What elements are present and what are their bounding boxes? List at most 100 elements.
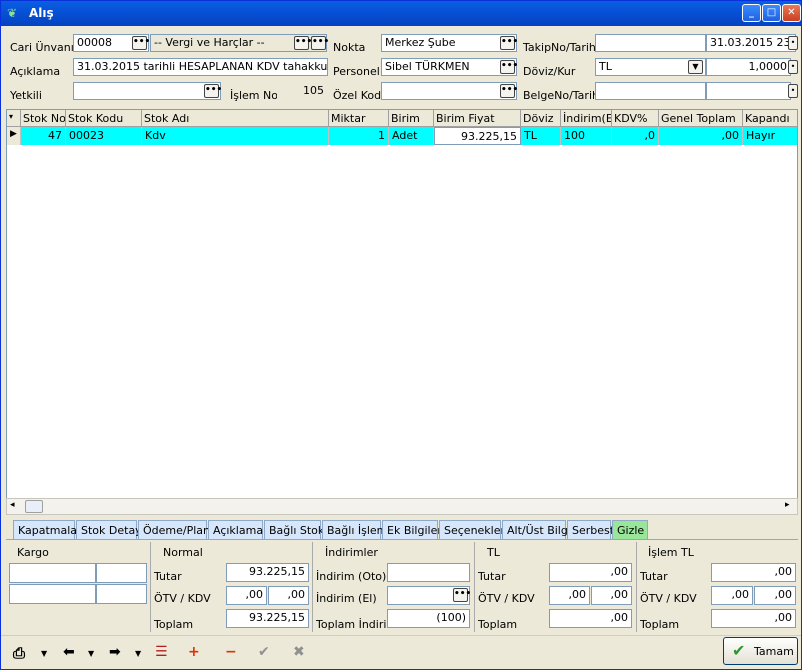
- col-header[interactable]: Miktar: [329, 110, 389, 127]
- scroll-left-icon[interactable]: ◂: [10, 500, 15, 510]
- check-icon: ✔: [732, 641, 746, 660]
- close-button[interactable]: ✕: [782, 4, 801, 22]
- minimize-button[interactable]: _: [742, 4, 761, 22]
- arrow-right-icon[interactable]: ➡: [109, 644, 121, 660]
- cell-birim[interactable]: Adet: [389, 127, 434, 145]
- scroll-right-icon[interactable]: ▸: [785, 500, 790, 510]
- cell-indirim[interactable]: 100: [561, 127, 612, 145]
- tl-otv-field[interactable]: ,00: [549, 586, 590, 605]
- tab-bagli-islem[interactable]: Bağlı İşlem: [322, 520, 387, 539]
- toplam-indirim-field[interactable]: (100): [387, 609, 470, 628]
- islem-tl-kdv-field[interactable]: ,00: [754, 586, 796, 605]
- window-title: Alış: [29, 6, 54, 20]
- cell-stok-no[interactable]: 47: [21, 127, 66, 145]
- doviz-kur-label: Döviz/Kur: [523, 65, 576, 78]
- cari-more-button[interactable]: •••: [311, 36, 329, 50]
- islem-tl-toplam-field[interactable]: ,00: [711, 609, 796, 628]
- horizontal-scrollbar[interactable]: ◂ ▸: [6, 498, 798, 515]
- belge-tarih-more-button[interactable]: •: [788, 84, 798, 98]
- kargo-field-4[interactable]: [96, 584, 147, 604]
- kur-field[interactable]: 1,0000: [706, 58, 791, 76]
- yetkili-field[interactable]: [73, 82, 221, 100]
- normal-title: Normal: [163, 546, 203, 559]
- normal-kdv-field[interactable]: ,00: [268, 586, 309, 605]
- col-header[interactable]: Stok Kodu: [66, 110, 142, 127]
- cell-miktar[interactable]: 1: [329, 127, 389, 145]
- printer-icon[interactable]: ⎙: [13, 644, 25, 662]
- scroll-thumb[interactable]: [25, 500, 43, 513]
- tab-secenekler[interactable]: Seçenekler: [439, 520, 505, 539]
- col-header[interactable]: KDV%: [612, 110, 659, 127]
- tab-gizle[interactable]: Gizle: [612, 520, 648, 539]
- col-header[interactable]: Birim: [389, 110, 434, 127]
- tab-kapatmalar[interactable]: Kapatmalar: [13, 520, 82, 539]
- maximize-button[interactable]: □: [762, 4, 781, 22]
- tarih-more-button[interactable]: •: [788, 36, 798, 50]
- col-header[interactable]: Genel Toplam: [659, 110, 743, 127]
- col-header[interactable]: Döviz: [521, 110, 561, 127]
- kur-more-button[interactable]: •: [788, 60, 798, 74]
- belge-tarih-field[interactable]: [706, 82, 791, 100]
- arrow-left-icon[interactable]: ⬅: [63, 644, 75, 660]
- plus-icon[interactable]: +: [188, 644, 200, 660]
- personel-lookup-button[interactable]: •••: [500, 60, 518, 74]
- cell-doviz[interactable]: TL: [521, 127, 561, 145]
- normal-otv-field[interactable]: ,00: [226, 586, 267, 605]
- indirim-oto-field[interactable]: [387, 563, 470, 582]
- prev-dropdown-icon[interactable]: ▼: [88, 649, 94, 658]
- col-header[interactable]: Kapandı: [743, 110, 797, 127]
- kargo-field-1[interactable]: [9, 563, 96, 583]
- x-icon[interactable]: ✖: [293, 644, 305, 660]
- tab-ek-bilgiler[interactable]: Ek Bilgiler: [382, 520, 442, 539]
- takip-tarih-field[interactable]: 31.03.2015 23:5: [706, 34, 796, 52]
- tab-stok-detay[interactable]: Stok Detay: [76, 520, 142, 539]
- normal-tutar-field[interactable]: 93.225,15: [226, 563, 309, 582]
- col-header[interactable]: Stok Adı: [142, 110, 329, 127]
- kargo-field-3[interactable]: [9, 584, 96, 604]
- cell-kapandi[interactable]: Hayır: [743, 127, 797, 145]
- tl-kdv-field[interactable]: ,00: [591, 586, 632, 605]
- tab-serbest[interactable]: Serbest: [567, 520, 614, 539]
- islem-tl-otv-field[interactable]: ,00: [711, 586, 753, 605]
- tl-tutar-field[interactable]: ,00: [549, 563, 632, 582]
- cari-label: Cari Ünvanı: [10, 41, 74, 54]
- indirim-el-lookup-button[interactable]: •••: [453, 588, 471, 602]
- tl-toplam-field[interactable]: ,00: [549, 609, 632, 628]
- cell-stok-kodu[interactable]: 00023: [66, 127, 142, 145]
- cari-code-lookup-button[interactable]: •••: [132, 36, 150, 50]
- takip-no-field[interactable]: [595, 34, 706, 52]
- cell-genel-toplam[interactable]: ,00: [659, 127, 743, 145]
- nokta-lookup-button[interactable]: •••: [500, 36, 518, 50]
- belge-no-field[interactable]: [595, 82, 706, 100]
- tab-alt-ust-bilgi[interactable]: Alt/Üst Bilgi: [502, 520, 571, 539]
- print-dropdown-icon[interactable]: ▼: [41, 649, 47, 658]
- col-header[interactable]: Stok No: [21, 110, 66, 127]
- personel-field[interactable]: Sibel TÜRKMEN: [381, 58, 517, 76]
- ozel-kod-field[interactable]: [381, 82, 517, 100]
- cari-name-lookup-button[interactable]: •••: [294, 36, 312, 50]
- cell-birim-fiyat[interactable]: 93.225,15: [434, 127, 521, 145]
- items-grid[interactable]: ▾ Stok No Stok Kodu Stok Adı Miktar Biri…: [6, 109, 798, 515]
- check-icon[interactable]: ✔: [258, 644, 270, 660]
- ozel-kod-lookup-button[interactable]: •••: [500, 84, 518, 98]
- tab-odeme-plan[interactable]: Ödeme/Plan: [138, 520, 210, 539]
- normal-tutar-label: Tutar: [154, 570, 182, 583]
- tab-aciklama[interactable]: Açıklama: [208, 520, 263, 539]
- ok-button[interactable]: ✔ Tamam: [723, 637, 798, 665]
- col-header[interactable]: Birim Fiyat: [434, 110, 521, 127]
- next-dropdown-icon[interactable]: ▼: [135, 649, 141, 658]
- nokta-field[interactable]: Merkez Şube: [381, 34, 517, 52]
- cell-stok-adi[interactable]: Kdv: [142, 127, 329, 145]
- aciklama-field[interactable]: 31.03.2015 tarihli HESAPLANAN KDV tahakk…: [73, 58, 328, 76]
- col-header[interactable]: İndirim(El): [561, 110, 612, 127]
- islem-tl-tutar-field[interactable]: ,00: [711, 563, 796, 582]
- kargo-field-2[interactable]: [96, 563, 147, 583]
- yetkili-lookup-button[interactable]: •••: [204, 84, 222, 98]
- grid-menu-icon[interactable]: ▾: [7, 110, 21, 127]
- tab-bagli-stok[interactable]: Bağlı Stok: [264, 520, 324, 539]
- chevron-down-icon[interactable]: ▼: [688, 60, 703, 74]
- normal-toplam-field[interactable]: 93.225,15: [226, 609, 309, 628]
- cell-kdv[interactable]: ,0: [612, 127, 659, 145]
- minus-icon[interactable]: −: [225, 644, 237, 660]
- list-icon[interactable]: ☰: [155, 644, 168, 660]
